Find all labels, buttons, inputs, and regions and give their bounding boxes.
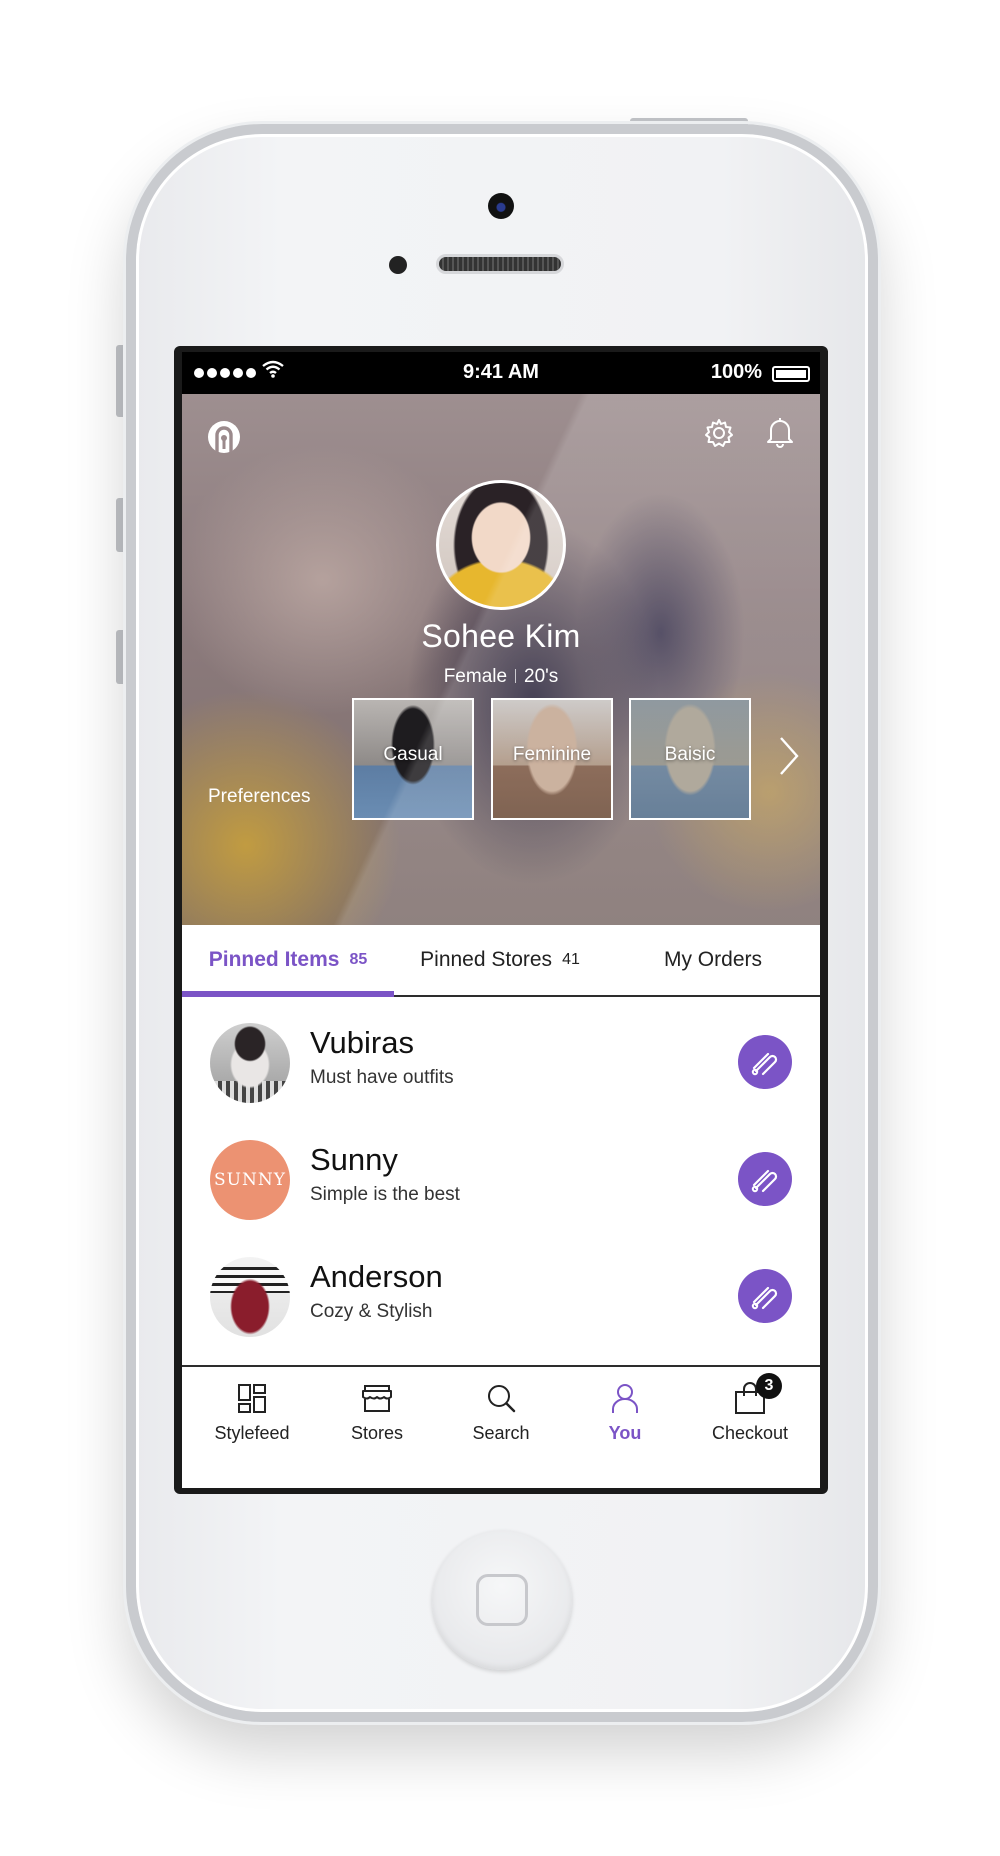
preference-card-casual[interactable]: Casual <box>352 698 474 820</box>
battery-icon <box>772 366 810 382</box>
preference-card-feminine[interactable]: Feminine <box>491 698 613 820</box>
list-item[interactable] <box>182 1348 820 1365</box>
meta-divider <box>515 669 517 683</box>
store-avatar <box>210 1257 290 1337</box>
pinned-list: Vubiras Must have outfits SUNNY Sunny Si… <box>182 997 820 1365</box>
bottom-tab-bar: Stylefeed Stores Search You 3 Checkout <box>182 1365 820 1488</box>
preference-label: Baisic <box>664 744 716 765</box>
nav-stylefeed[interactable]: Stylefeed <box>192 1381 312 1471</box>
tab-label: Pinned Stores <box>420 948 553 971</box>
stylefeed-icon <box>238 1384 266 1413</box>
item-subtitle: Cozy & Stylish <box>310 1301 433 1322</box>
chevron-right-icon[interactable] <box>778 734 800 778</box>
tab-pinned-items[interactable]: Pinned Items 85 <box>182 925 394 997</box>
tab-count: 41 <box>562 951 580 968</box>
store-icon <box>362 1385 392 1412</box>
pin-button[interactable] <box>738 1152 792 1206</box>
profile-name: Sohee Kim <box>421 618 581 654</box>
status-bar: 9:41 AM 100% <box>182 352 820 394</box>
safety-pin-icon <box>751 1052 778 1076</box>
earpiece-speaker <box>436 254 564 274</box>
nav-you[interactable]: You <box>565 1381 685 1471</box>
app-screen: 9:41 AM 100% Sohee Kim Female 20's Prefer… <box>182 352 820 1488</box>
preference-card-basic[interactable]: Baisic <box>629 698 751 820</box>
list-item[interactable]: Anderson Cozy & Stylish <box>182 1231 820 1347</box>
cart-count-badge: 3 <box>756 1373 782 1399</box>
item-subtitle: Must have outfits <box>310 1067 454 1088</box>
proximity-sensor <box>389 256 407 274</box>
nav-label: Checkout <box>711 1423 789 1443</box>
notification-bell-icon[interactable] <box>766 416 794 448</box>
item-subtitle: Simple is the best <box>310 1184 460 1205</box>
store-logo: SUNNY <box>210 1140 290 1220</box>
profile-meta: Female 20's <box>182 666 820 688</box>
home-square-icon <box>476 1574 528 1626</box>
user-icon <box>612 1384 638 1413</box>
profile-gender: Female <box>443 666 508 687</box>
nav-search[interactable]: Search <box>441 1381 561 1471</box>
nav-stores[interactable]: Stores <box>317 1381 437 1471</box>
preference-label: Feminine <box>512 744 592 765</box>
profile-tabs: Pinned Items 85 Pinned Stores 41 My Orde… <box>182 925 820 997</box>
item-title: Anderson <box>310 1259 443 1294</box>
profile-age-group: 20's <box>524 666 559 687</box>
profile-header: Sohee Kim Female 20's Preferences Casual … <box>182 394 820 925</box>
tab-pinned-stores[interactable]: Pinned Stores 41 <box>394 925 606 995</box>
search-icon <box>488 1385 516 1413</box>
profile-avatar[interactable] <box>436 480 566 610</box>
safety-pin-icon <box>751 1169 778 1193</box>
pin-button[interactable] <box>738 1269 792 1323</box>
nav-label: Stores <box>350 1423 404 1443</box>
store-avatar <box>210 1023 290 1103</box>
list-item[interactable]: SUNNY Sunny Simple is the best <box>182 1114 820 1230</box>
pin-button[interactable] <box>738 1035 792 1089</box>
item-title: Vubiras <box>310 1025 414 1060</box>
tab-count: 85 <box>349 951 368 968</box>
nav-label: Stylefeed <box>214 1423 290 1443</box>
tab-label: Pinned Items <box>208 948 340 971</box>
preference-label: Casual <box>383 744 443 765</box>
list-item[interactable]: Vubiras Must have outfits <box>182 997 820 1113</box>
tab-label: My Orders <box>663 948 762 971</box>
nav-checkout[interactable]: 3 Checkout <box>690 1373 810 1471</box>
front-camera <box>488 193 514 219</box>
nav-label: Search <box>472 1423 530 1443</box>
battery-percentage: 100% <box>710 361 762 383</box>
safety-pin-icon <box>751 1286 778 1310</box>
preferences-label: Preferences <box>208 786 311 807</box>
item-title: Sunny <box>310 1142 398 1177</box>
settings-gear-icon[interactable] <box>704 418 734 448</box>
tab-my-orders[interactable]: My Orders <box>606 925 820 995</box>
home-button[interactable] <box>432 1530 572 1670</box>
nav-label: You <box>608 1423 642 1443</box>
app-logo-icon[interactable] <box>206 418 242 456</box>
